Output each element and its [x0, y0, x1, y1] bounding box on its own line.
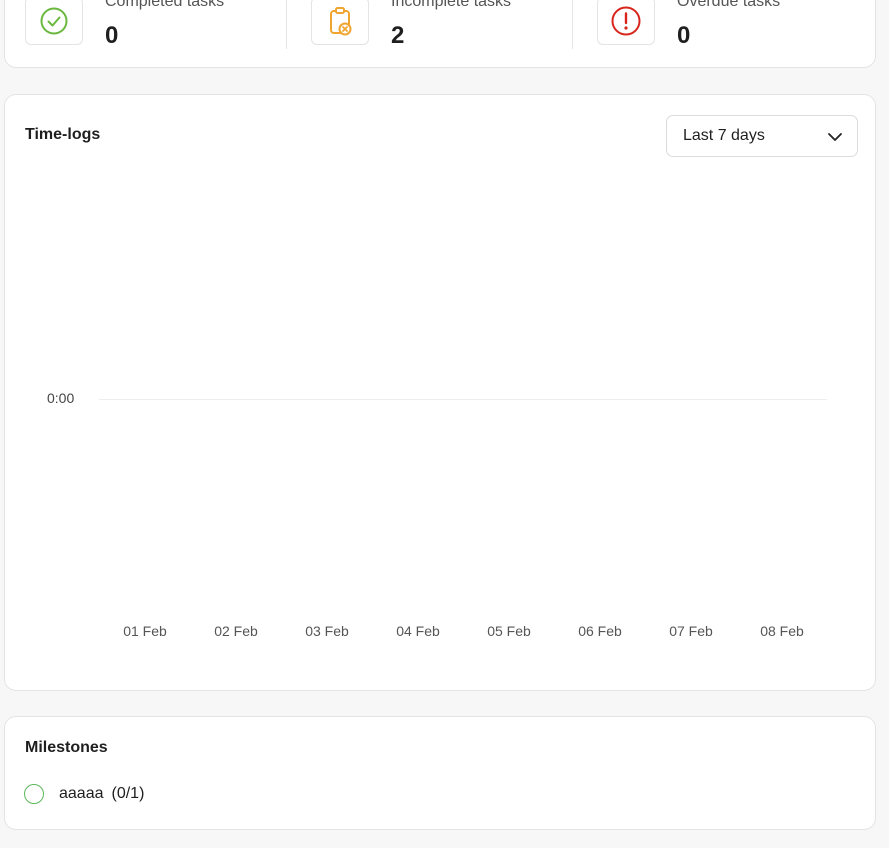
chevron-down-icon	[827, 130, 843, 148]
x-tick-label: 06 Feb	[578, 623, 622, 639]
y-tick-label: 0:00	[47, 390, 75, 406]
date-range-select[interactable]: Last 7 days	[666, 115, 858, 157]
completed-tasks-stat[interactable]: Completed tasks 0	[5, 0, 285, 69]
completed-tasks-label: Completed tasks	[105, 0, 225, 10]
x-tick-label: 02 Feb	[214, 623, 258, 639]
completed-tasks-count: 0	[105, 22, 119, 49]
alert-circle-icon	[597, 0, 655, 45]
incomplete-tasks-label: Incomplete tasks	[391, 0, 512, 10]
x-tick-label: 08 Feb	[760, 623, 804, 639]
milestones-card: Milestones aaaaa (0/1)	[4, 716, 876, 830]
overdue-tasks-stat[interactable]: Overdue tasks 0	[577, 0, 857, 69]
divider	[286, 0, 287, 49]
milestone-status-circle-icon	[24, 784, 44, 804]
milestones-title: Milestones	[25, 739, 108, 756]
time-logs-title: Time-logs	[25, 126, 101, 143]
clipboard-x-icon	[311, 0, 369, 45]
divider	[572, 0, 573, 49]
check-circle-icon	[25, 0, 83, 45]
time-logs-card: Time-logs Last 7 days 0:00 01 Feb 02 Feb…	[4, 94, 876, 691]
task-stats-card: Completed tasks 0 Incomplete tasks 2 Ove…	[4, 0, 876, 68]
x-tick-label: 05 Feb	[487, 623, 531, 639]
x-tick-label: 01 Feb	[123, 623, 167, 639]
incomplete-tasks-stat[interactable]: Incomplete tasks 2	[291, 0, 571, 69]
milestone-name: aaaaa	[59, 785, 104, 802]
x-tick-label: 04 Feb	[396, 623, 440, 639]
date-range-value: Last 7 days	[683, 127, 765, 144]
incomplete-tasks-count: 2	[391, 22, 405, 49]
milestone-item[interactable]: aaaaa (0/1)	[24, 784, 144, 804]
x-tick-label: 03 Feb	[305, 623, 349, 639]
overdue-tasks-label: Overdue tasks	[677, 0, 781, 10]
chart-gridline	[99, 399, 827, 400]
overdue-tasks-count: 0	[677, 22, 691, 49]
x-tick-label: 07 Feb	[669, 623, 713, 639]
milestone-count: (0/1)	[111, 785, 145, 802]
